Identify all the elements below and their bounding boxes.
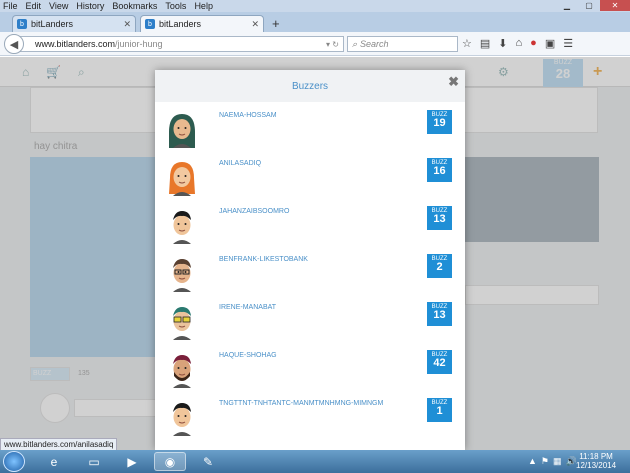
menu-bar: File Edit View History Bookmarks Tools H…: [0, 0, 630, 12]
buzzer-row: BENFRANK-LIKESTOBANK BUZZ 2: [155, 254, 465, 302]
buzzer-name[interactable]: HAQUE-SHOHAG: [219, 352, 277, 359]
buzzer-row: JAHANZAIBSOOMRO BUZZ 13: [155, 206, 465, 254]
menu-bookmarks[interactable]: Bookmarks: [112, 1, 157, 11]
badge-count: 2: [436, 261, 443, 273]
buzzer-row: NAEMA-HOSSAM BUZZ 19: [155, 110, 465, 158]
url-domain: www.bitlanders.com: [35, 39, 116, 49]
bitlanders-favicon-icon: b: [145, 19, 155, 29]
buzz-count-badge: BUZZ 13: [427, 206, 452, 230]
badge-count: 13: [433, 213, 446, 225]
menu-file[interactable]: File: [3, 1, 18, 11]
buzzer-avatar[interactable]: [167, 304, 197, 340]
search-placeholder: Search: [360, 39, 389, 49]
tab-bitlanders-1[interactable]: b bitLanders ✕: [12, 15, 136, 32]
home-icon[interactable]: ⌂: [516, 37, 523, 50]
addon-icon[interactable]: ▣: [545, 37, 555, 50]
search-input[interactable]: ⌕ Search: [347, 36, 458, 52]
search-icon: ⌕: [352, 38, 358, 49]
buzzer-row: TNGTTNT-TNHTANTC-MANMTMNHMNG-MIMNGM BUZZ 1: [155, 398, 465, 446]
buzzer-name[interactable]: TNGTTNT-TNHTANTC-MANMTMNHMNG-MIMNGM: [219, 400, 383, 407]
modal-close-icon[interactable]: ✖: [448, 74, 459, 90]
window-controls: ▁ ▢ ✕: [556, 0, 630, 11]
clock-date: 12/13/2014: [576, 461, 617, 470]
url-bar[interactable]: www.bitlanders.com/junior-hung ▾ ↻: [20, 36, 344, 52]
buzzer-avatar[interactable]: [167, 160, 197, 196]
buzzer-avatar[interactable]: [167, 256, 197, 292]
buzz-count-badge: BUZZ 1: [427, 398, 452, 422]
menu-view[interactable]: View: [49, 1, 68, 11]
buzz-count-badge: BUZZ 42: [427, 350, 452, 374]
reload-icon[interactable]: ▾ ↻: [326, 40, 339, 49]
windows-taskbar: e ▭ ▶ ◉ ✎ ▲ ⚑ ▦ 🔊 11:18 PM 12/13/2014: [0, 450, 630, 473]
start-button-icon[interactable]: [3, 451, 25, 472]
close-window-icon[interactable]: ✕: [600, 0, 630, 11]
badge-count: 16: [433, 165, 446, 177]
hamburger-menu-icon[interactable]: ☰: [563, 37, 573, 50]
buzzer-row: ANILASADIQ BUZZ 16: [155, 158, 465, 206]
tab-label: bitLanders: [31, 19, 74, 29]
buzzer-name[interactable]: BENFRANK-LIKESTOBANK: [219, 256, 308, 263]
close-tab-icon[interactable]: ✕: [123, 19, 131, 30]
buzzer-name[interactable]: IRENE-MANABAT: [219, 304, 276, 311]
toolbar-icons: ☆ ▤ ⬇ ⌂ ● ▣ ☰: [462, 37, 573, 50]
buzzer-name[interactable]: NAEMA-HOSSAM: [219, 112, 277, 119]
close-tab-icon[interactable]: ✕: [251, 19, 259, 30]
buzz-count-badge: BUZZ 2: [427, 254, 452, 278]
network-icon[interactable]: ▦: [553, 456, 562, 467]
buzzer-avatar[interactable]: [167, 352, 197, 388]
folder-icon[interactable]: ▭: [78, 452, 110, 471]
firefox-icon[interactable]: ◉: [154, 452, 186, 471]
menu-help[interactable]: Help: [194, 1, 213, 11]
buzzer-avatar[interactable]: [167, 208, 197, 244]
buzzer-name[interactable]: JAHANZAIBSOOMRO: [219, 208, 289, 215]
flag-icon[interactable]: ⚑: [541, 456, 549, 467]
menu-history[interactable]: History: [76, 1, 104, 11]
tab-label: bitLanders: [159, 19, 202, 29]
clock-time: 11:18 PM: [579, 452, 613, 461]
maximize-icon[interactable]: ▢: [578, 0, 600, 11]
media-player-icon[interactable]: ▶: [116, 452, 148, 471]
download-icon[interactable]: ⬇: [498, 37, 507, 50]
buzzer-row: IRENE-MANABAT BUZZ 13: [155, 302, 465, 350]
reading-list-icon[interactable]: ▤: [480, 37, 490, 50]
url-path: /junior-hung: [115, 39, 163, 49]
tray-arrow-icon[interactable]: ▲: [528, 456, 537, 467]
tab-bar: b bitLanders ✕ b bitLanders ✕ +: [0, 12, 630, 32]
buzzer-avatar[interactable]: [167, 400, 197, 436]
navigation-bar: www.bitlanders.com/junior-hung ▾ ↻ ◀ ⌕ S…: [0, 32, 630, 56]
buzzers-modal: Buzzers ✖ NAEMA-HOSSAM BUZZ 19 ANILASADIQ BU…: [155, 70, 465, 450]
badge-count: 1: [436, 405, 443, 417]
tab-bitlanders-2[interactable]: b bitLanders ✕: [140, 15, 264, 32]
bitlanders-favicon-icon: b: [17, 19, 27, 29]
badge-count: 19: [433, 117, 446, 129]
minimize-icon[interactable]: ▁: [556, 0, 578, 11]
buzz-count-badge: BUZZ 13: [427, 302, 452, 326]
badge-count: 42: [433, 357, 446, 369]
back-button-icon[interactable]: ◀: [4, 34, 24, 54]
addon-abp-icon[interactable]: ●: [530, 37, 537, 50]
ie-icon[interactable]: e: [38, 452, 70, 471]
taskbar-clock[interactable]: 11:18 PM 12/13/2014: [576, 452, 616, 470]
menu-tools[interactable]: Tools: [165, 1, 186, 11]
badge-count: 13: [433, 309, 446, 321]
buzzer-name[interactable]: ANILASADIQ: [219, 160, 261, 167]
new-tab-icon[interactable]: +: [272, 16, 280, 31]
modal-title: Buzzers: [291, 80, 329, 92]
paint-icon[interactable]: ✎: [192, 452, 224, 471]
menu-edit[interactable]: Edit: [26, 1, 42, 11]
buzz-count-badge: BUZZ 16: [427, 158, 452, 182]
buzz-count-badge: BUZZ 19: [427, 110, 452, 134]
buzzer-row: HAQUE-SHOHAG BUZZ 42: [155, 350, 465, 398]
buzzer-avatar[interactable]: [167, 112, 197, 148]
bookmark-star-icon[interactable]: ☆: [462, 37, 472, 50]
system-tray: ▲ ⚑ ▦ 🔊: [528, 456, 577, 467]
modal-header: Buzzers ✖: [155, 70, 465, 102]
